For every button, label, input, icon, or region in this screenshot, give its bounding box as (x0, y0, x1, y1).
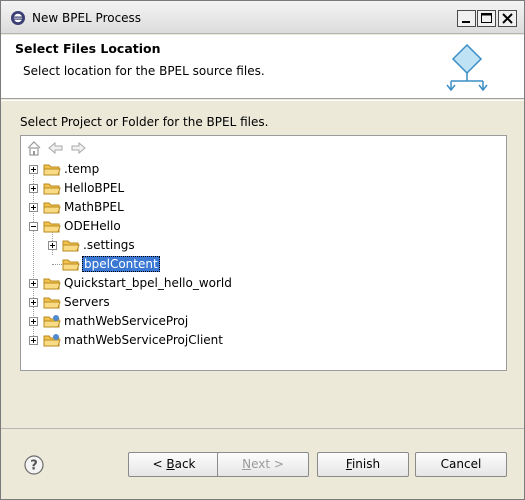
tree-item-bpelcontent[interactable]: bpelContent (21, 255, 506, 274)
tree-item-mathwebserviceprojclient[interactable]: mathWebServiceProjClient (21, 331, 506, 350)
collapse-toggle[interactable] (29, 222, 38, 231)
back-button-label: ack (174, 457, 196, 471)
page-title: Select Files Location (15, 41, 161, 56)
back-button-mnemonic: B (166, 457, 175, 471)
tree-item-label: Quickstart_bpel_hello_world (64, 276, 232, 290)
title-bar[interactable]: New BPEL Process (1, 1, 524, 34)
tree-item-label: mathWebServiceProjClient (64, 333, 223, 347)
web-project-folder-icon (43, 315, 61, 328)
tree-item-label: .settings (83, 238, 135, 252)
close-button[interactable] (498, 10, 517, 27)
web-project-folder-icon (43, 334, 61, 347)
finish-button[interactable]: Finish (317, 452, 409, 477)
tree-item-servers[interactable]: Servers (21, 293, 506, 312)
project-folder-icon (43, 221, 61, 233)
tree-guide-line (52, 264, 62, 265)
project-folder-icon (43, 183, 61, 195)
eclipse-icon (11, 11, 25, 25)
tree-item-label: bpelContent (82, 256, 160, 272)
dialog-window: New BPEL Process Select Files Location S… (0, 0, 525, 500)
header-banner: Select Files Location Select location fo… (1, 35, 524, 99)
expand-toggle[interactable] (29, 317, 38, 326)
finish-button-label: inish (351, 457, 381, 471)
expand-toggle[interactable] (29, 165, 38, 174)
folder-tree[interactable]: .temp HelloBPEL MathBPEL ODEHello .setti (20, 135, 507, 371)
tree-item-label: HelloBPEL (64, 181, 125, 195)
tree-item-quickstart[interactable]: Quickstart_bpel_hello_world (21, 274, 506, 293)
close-icon (502, 13, 513, 24)
minimize-icon (462, 21, 470, 23)
folder-icon (62, 240, 80, 252)
project-folder-icon (43, 278, 61, 290)
tree-item-odehello[interactable]: ODEHello (21, 217, 506, 236)
page-description: Select location for the BPEL source file… (23, 64, 265, 78)
expand-toggle[interactable] (48, 241, 57, 250)
home-icon[interactable] (25, 140, 43, 156)
maximize-button[interactable] (477, 10, 496, 27)
back-arrow-icon[interactable] (47, 140, 65, 156)
cancel-button[interactable]: Cancel (415, 452, 507, 477)
tree-item-label: Servers (64, 295, 110, 309)
tree-item-label: MathBPEL (64, 200, 124, 214)
next-button-mnemonic: N (242, 457, 252, 471)
tree-item-label: .temp (64, 162, 100, 176)
expand-toggle[interactable] (29, 203, 38, 212)
tree-list: .temp HelloBPEL MathBPEL ODEHello .setti (21, 160, 506, 350)
bpel-process-icon (446, 43, 488, 92)
minimize-button[interactable] (457, 10, 476, 27)
help-icon[interactable]: ? (24, 455, 44, 475)
expand-toggle[interactable] (29, 184, 38, 193)
window-title: New BPEL Process (32, 11, 142, 25)
tree-item-settings[interactable]: .settings (21, 236, 506, 255)
banner-separator (1, 100, 524, 101)
next-button-label: ext > (251, 457, 284, 471)
instruction-label: Select Project or Folder for the BPEL fi… (20, 115, 269, 129)
expand-toggle[interactable] (29, 298, 38, 307)
expand-toggle[interactable] (29, 279, 38, 288)
expand-toggle[interactable] (29, 336, 38, 345)
maximize-icon (481, 13, 492, 23)
tree-item-mathwebserviceproj[interactable]: mathWebServiceProj (21, 312, 506, 331)
svg-text:?: ? (30, 459, 38, 474)
tree-item-hellobpel[interactable]: HelloBPEL (21, 179, 506, 198)
project-folder-icon (43, 202, 61, 214)
folder-icon (62, 259, 80, 271)
back-button-prefix: < (152, 457, 167, 471)
folder-icon (43, 297, 61, 309)
next-button[interactable]: Next > (217, 452, 309, 477)
back-button[interactable]: < Back (128, 452, 220, 477)
folder-icon (43, 164, 61, 176)
tree-item-label: ODEHello (64, 219, 121, 233)
footer-separator (1, 428, 524, 429)
tree-item-mathbpel[interactable]: MathBPEL (21, 198, 506, 217)
tree-item-temp[interactable]: .temp (21, 160, 506, 179)
tree-item-label: mathWebServiceProj (64, 314, 189, 328)
forward-arrow-icon[interactable] (69, 140, 87, 156)
